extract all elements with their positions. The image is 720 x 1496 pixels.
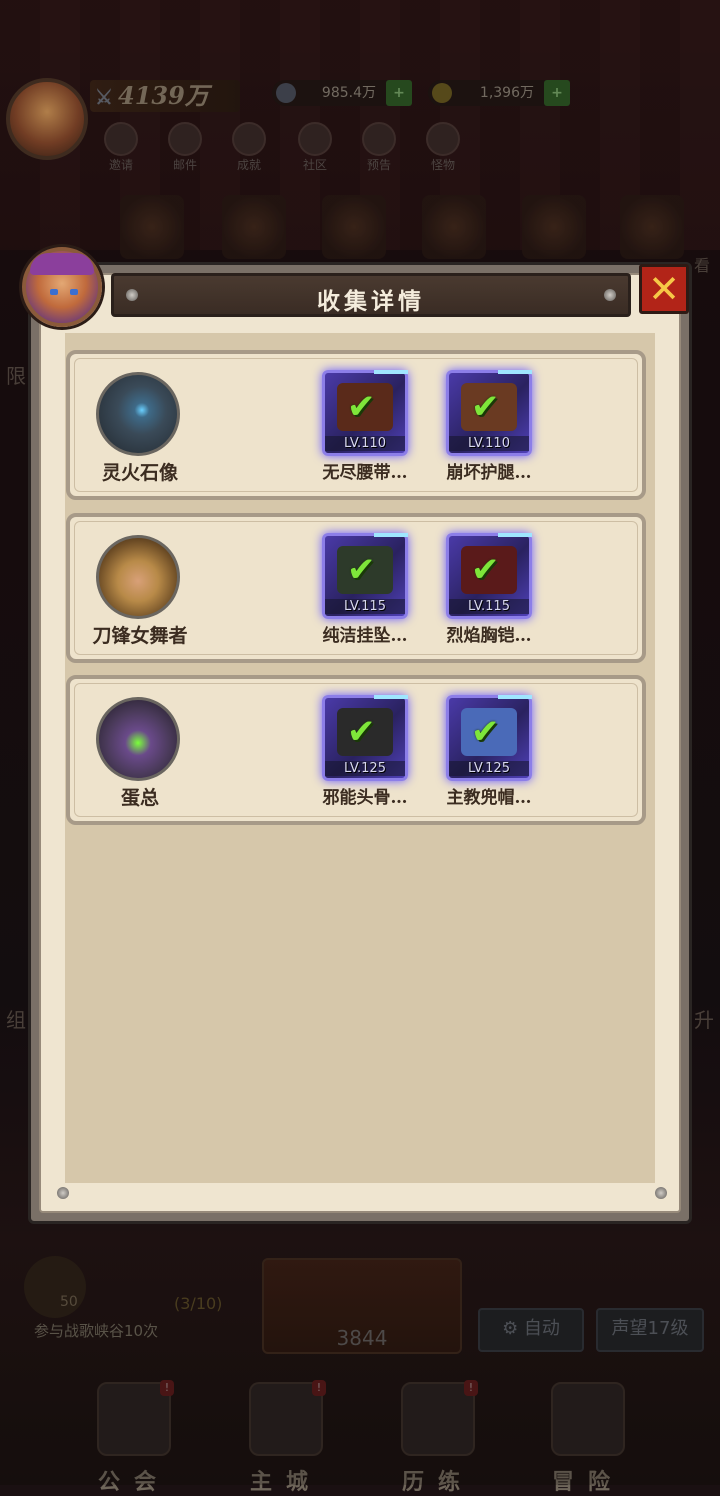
item-name: 无尽腰带… [322,463,408,483]
item-name: 邪能头骨… [322,788,408,808]
hero-portrait-danzong[interactable] [96,697,180,781]
player-portrait [22,247,102,327]
equipment-slot[interactable]: ✔ LV.110 [322,370,408,456]
close-button[interactable]: ✕ [639,264,689,314]
item-name: 主教兜帽… [446,788,532,808]
hero-portrait-blade-dancer[interactable] [96,535,180,619]
item-level: LV.115 [325,599,405,614]
item-level: LV.125 [325,761,405,776]
checkmark-icon: ✔ [347,387,376,427]
checkmark-icon: ✔ [347,550,376,590]
item-name: 烈焰胸铠… [446,626,532,646]
hero-name: 灵火石像 [101,462,178,484]
checkmark-icon: ✔ [471,712,500,752]
checkmark-icon: ✔ [471,550,500,590]
slot-glow [374,695,408,699]
close-x-icon: ✕ [648,267,680,311]
collection-row: 灵火石像 ✔ LV.110 无尽腰带… ✔ LV.110 崩坏护腿… [66,350,646,500]
slot-glow [498,533,532,537]
collection-row: 蛋总 ✔ LV.125 邪能头骨… ✔ LV.125 主教兜帽… [66,675,646,825]
equipment-slot[interactable]: ✔ LV.115 [322,533,408,619]
modal-title: 收集详情 [317,289,425,315]
slot-glow [374,370,408,374]
portrait-eye [50,289,58,295]
bolt-icon [655,1187,667,1199]
title-bar: 收集详情 [111,273,631,317]
checkmark-icon: ✔ [347,712,376,752]
item-level: LV.115 [449,599,529,614]
equipment-slot[interactable]: ✔ LV.115 [446,533,532,619]
item-level: LV.110 [325,436,405,451]
slot-glow [374,533,408,537]
hero-name: 蛋总 [120,787,159,809]
portrait-eye [70,289,78,295]
item-name: 崩坏护腿… [446,463,532,483]
checkmark-icon: ✔ [471,387,500,427]
witch-hat-icon [30,253,94,275]
collection-row: 刀锋女舞者 ✔ LV.115 纯洁挂坠… ✔ LV.115 烈焰胸铠… [66,513,646,663]
equipment-slot[interactable]: ✔ LV.125 [322,695,408,781]
equipment-slot[interactable]: ✔ LV.125 [446,695,532,781]
slot-glow [498,370,532,374]
item-name: 纯洁挂坠… [322,626,408,646]
hero-name: 刀锋女舞者 [92,625,188,647]
bolt-icon [57,1187,69,1199]
item-level: LV.125 [449,761,529,776]
hero-portrait-stone-golem[interactable] [96,372,180,456]
slot-glow [498,695,532,699]
equipment-slot[interactable]: ✔ LV.110 [446,370,532,456]
item-level: LV.110 [449,436,529,451]
